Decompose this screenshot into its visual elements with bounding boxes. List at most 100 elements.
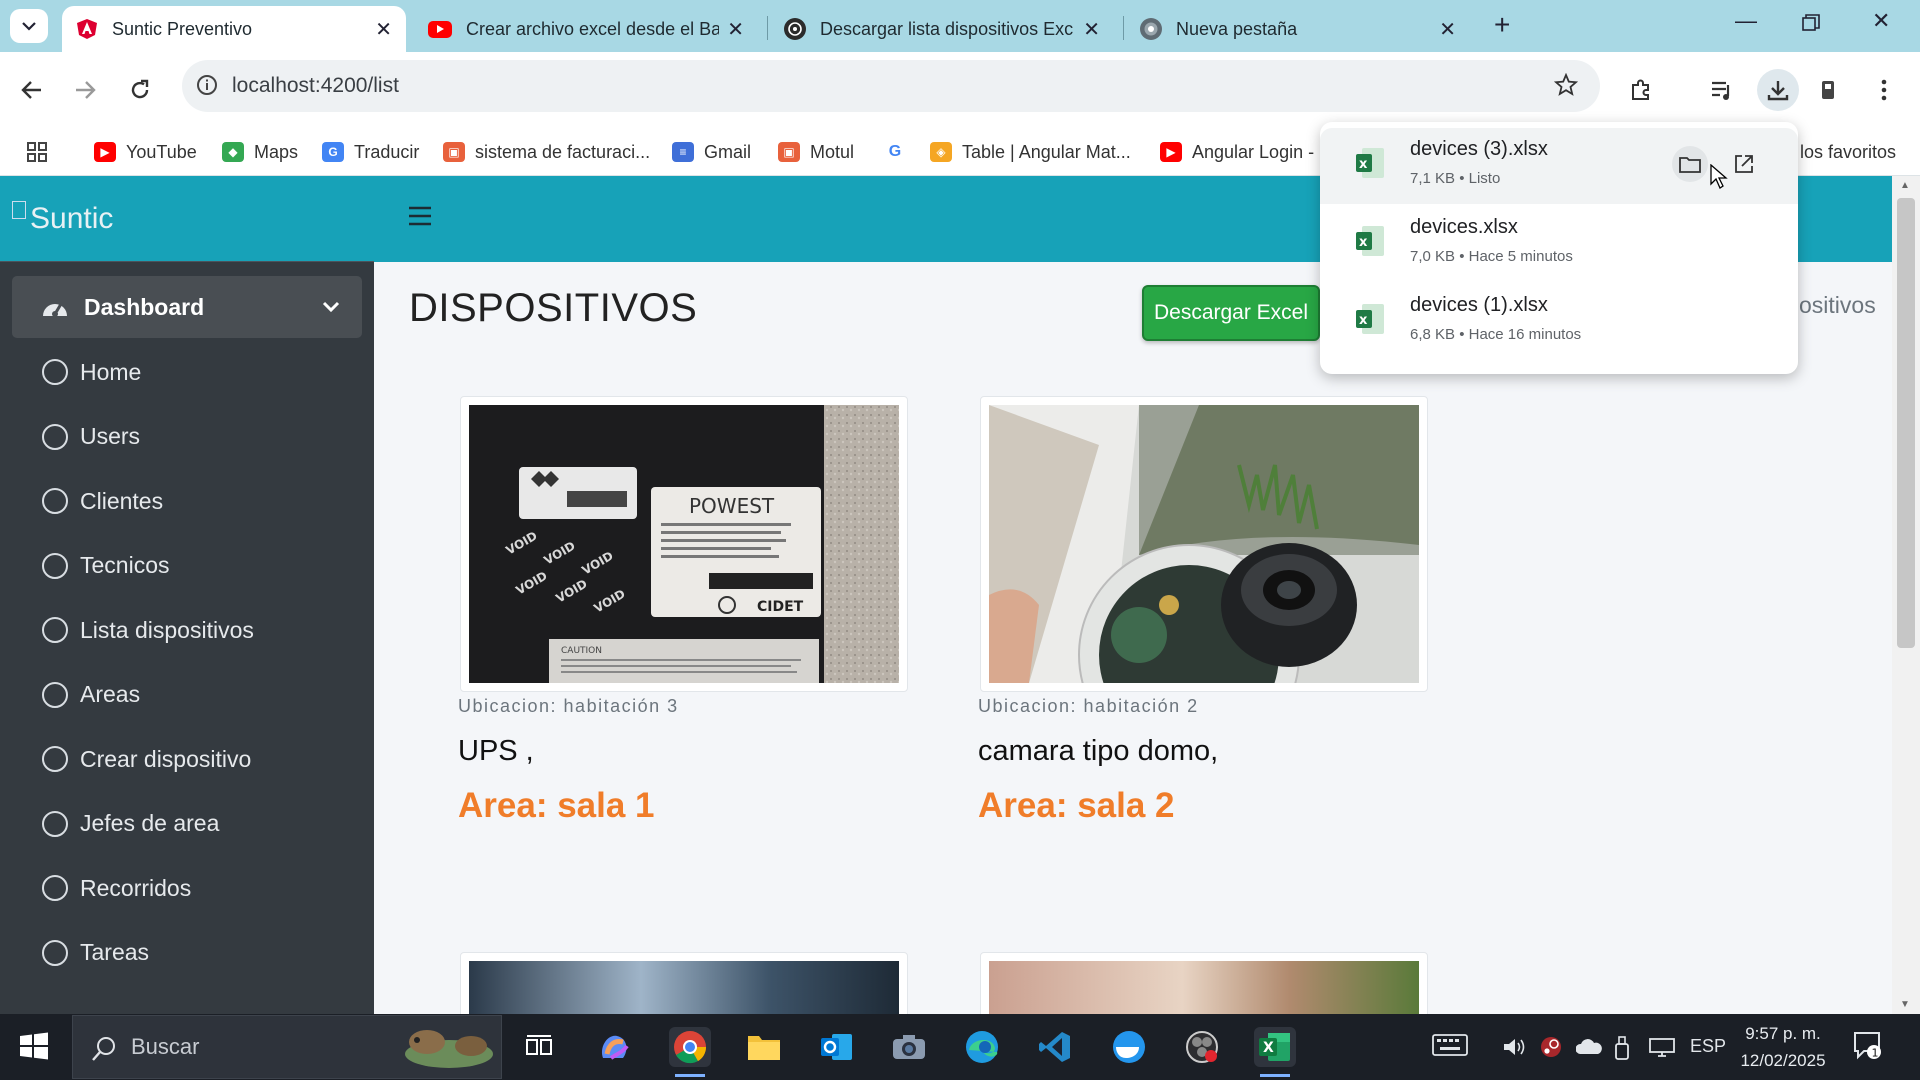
address-bar[interactable]: localhost:4200/list [182, 60, 1600, 112]
sidebar-item-users[interactable]: Users [0, 405, 374, 470]
reload-button[interactable] [122, 72, 158, 108]
bookmark-gmail[interactable]: ≡ Gmail [672, 136, 751, 168]
obs-record-icon[interactable] [1181, 1027, 1223, 1067]
hamburger-menu-icon[interactable] [408, 206, 432, 231]
device-card[interactable] [460, 952, 908, 1014]
sidebar-item-lista-dispositivos[interactable]: Lista dispositivos [0, 598, 374, 663]
bookmark-star-icon[interactable] [1553, 72, 1579, 102]
circle-icon [42, 617, 68, 644]
profile-icon [1822, 81, 1834, 99]
menu-button[interactable] [1866, 72, 1902, 108]
new-tab-button[interactable]: + [1494, 9, 1510, 41]
onedrive-icon[interactable] [1575, 1036, 1602, 1061]
tab-search-button[interactable] [10, 9, 48, 43]
broken-image-icon [12, 200, 26, 219]
scroll-down-icon[interactable]: ▼ [1900, 999, 1910, 1010]
windows-taskbar: Buscar X ESP 9:57 p. m. 12/02/2025 1 [0, 1014, 1920, 1080]
circle-icon [42, 552, 68, 579]
camera-icon[interactable] [888, 1027, 930, 1067]
folder-icon [1679, 157, 1701, 173]
sidebar-item-dashboard[interactable]: Dashboard [12, 276, 362, 338]
back-button[interactable] [14, 72, 50, 108]
sidebar-item-recorridos[interactable]: Recorridos [0, 856, 374, 921]
restore-button[interactable] [1802, 12, 1820, 38]
tab-suntic-preventivo[interactable]: Suntic Preventivo ✕ [62, 6, 406, 52]
site-info-icon[interactable] [196, 74, 218, 101]
page-scrollbar[interactable]: ▲ ▼ [1892, 176, 1920, 1014]
sidebar-item-tareas[interactable]: Tareas [0, 921, 374, 986]
breadcrumb[interactable]: ositivos [1799, 292, 1876, 319]
close-window-button[interactable]: ✕ [1872, 8, 1890, 34]
taskbar-search[interactable]: Buscar [72, 1015, 502, 1079]
sidebar-item-tecnicos[interactable]: Tecnicos [0, 534, 374, 599]
extensions-button[interactable] [1623, 72, 1659, 108]
minimize-button[interactable]: — [1735, 8, 1757, 34]
url-text[interactable]: localhost:4200/list [232, 74, 399, 98]
close-tab-icon[interactable]: ✕ [375, 17, 392, 42]
downloads-button[interactable] [1757, 69, 1799, 111]
tab-title: Nueva pestaña [1176, 18, 1298, 39]
bookmark-all-favorites[interactable]: los favoritos [1800, 136, 1896, 168]
motul-icon: ▣ [778, 142, 800, 162]
chrome-taskbar-icon[interactable] [669, 1027, 711, 1077]
forward-button[interactable] [67, 72, 103, 108]
copilot-icon[interactable] [593, 1027, 635, 1067]
device-card-camara[interactable] [980, 396, 1428, 692]
download-excel-button[interactable]: Descargar Excel [1142, 285, 1320, 341]
tab-nueva-pestana[interactable]: Nueva pestaña ✕ [1126, 6, 1470, 52]
bookmark-google[interactable]: G [884, 136, 916, 168]
language-indicator[interactable]: ESP [1690, 1036, 1726, 1057]
edge-icon[interactable] [961, 1027, 1003, 1067]
bookmark-table-angular[interactable]: ◈ Table | Angular Mat... [930, 136, 1131, 168]
keyboard-icon[interactable] [1432, 1032, 1468, 1063]
tab-title: Crear archivo excel desde el Ba [466, 18, 720, 39]
bookmark-traducir[interactable]: G Traducir [322, 136, 419, 168]
download-item[interactable]: x devices.xlsx 7,0 KB • Hace 5 minutos [1320, 206, 1798, 282]
download-item[interactable]: x devices (1).xlsx 6,8 KB • Hace 16 minu… [1320, 284, 1798, 360]
profile-button[interactable] [1810, 72, 1846, 108]
steam-icon[interactable] [1540, 1036, 1562, 1063]
docker-icon[interactable] [1108, 1027, 1150, 1067]
task-view-icon[interactable] [518, 1027, 560, 1067]
notifications-icon[interactable]: 1 [1852, 1030, 1882, 1065]
open-file-button[interactable] [1726, 146, 1762, 182]
device-name: UPS , [458, 735, 534, 767]
tab-descargar-lista[interactable]: Descargar lista dispositivos Exc ✕ [770, 6, 1114, 52]
bookmark-motul[interactable]: ▣ Motul [778, 136, 854, 168]
close-tab-icon[interactable]: ✕ [1083, 17, 1100, 42]
sidebar-item-home[interactable]: Home [0, 340, 374, 405]
scroll-up-icon[interactable]: ▲ [1900, 180, 1910, 191]
brand-logo[interactable]: Suntic [0, 176, 374, 262]
show-in-folder-button[interactable] [1672, 146, 1708, 182]
windows-start-icon[interactable] [20, 1032, 48, 1065]
vscode-icon[interactable] [1034, 1027, 1076, 1067]
outlook-icon[interactable] [816, 1027, 858, 1067]
tab-title: Suntic Preventivo [112, 18, 253, 39]
file-explorer-icon[interactable] [743, 1027, 785, 1067]
bookmark-youtube[interactable]: ▶ YouTube [94, 136, 197, 168]
excel-file-icon: x [1356, 226, 1384, 256]
system-clock[interactable]: 9:57 p. m. 12/02/2025 [1738, 1020, 1828, 1074]
scrollbar-thumb[interactable] [1897, 198, 1915, 648]
bookmark-angular-login[interactable]: ▶ Angular Login - [1160, 136, 1314, 168]
close-tab-icon[interactable]: ✕ [727, 17, 744, 42]
device-card[interactable] [980, 952, 1428, 1014]
tab-crear-archivo-excel[interactable]: Crear archivo excel desde el Ba ✕ [414, 6, 758, 52]
excel-taskbar-icon[interactable]: X [1254, 1027, 1296, 1077]
sidebar-item-areas[interactable]: Areas [0, 663, 374, 728]
usb-icon[interactable] [1614, 1036, 1630, 1065]
media-controls-button[interactable] [1704, 72, 1740, 108]
bookmark-sistema-facturacion[interactable]: ▣ sistema de facturaci... [443, 136, 650, 168]
volume-icon[interactable] [1502, 1036, 1526, 1063]
sidebar-item-jefes-de-area[interactable]: Jefes de area [0, 792, 374, 857]
device-card-ups[interactable]: VOID VOID VOID VOID VOID VOID POWEST CID… [460, 396, 908, 692]
close-tab-icon[interactable]: ✕ [1439, 17, 1456, 42]
sidebar-item-crear-dispositivo[interactable]: Crear dispositivo [0, 727, 374, 792]
bookmark-maps[interactable]: ◆ Maps [222, 136, 298, 168]
apps-grid-icon[interactable] [26, 136, 48, 168]
network-icon[interactable] [1648, 1036, 1676, 1063]
more-vert-icon [1881, 79, 1887, 101]
svg-text:x: x [1359, 235, 1368, 250]
download-item[interactable]: x devices (3).xlsx 7,1 KB • Listo [1320, 128, 1798, 204]
sidebar-item-clientes[interactable]: Clientes [0, 469, 374, 534]
